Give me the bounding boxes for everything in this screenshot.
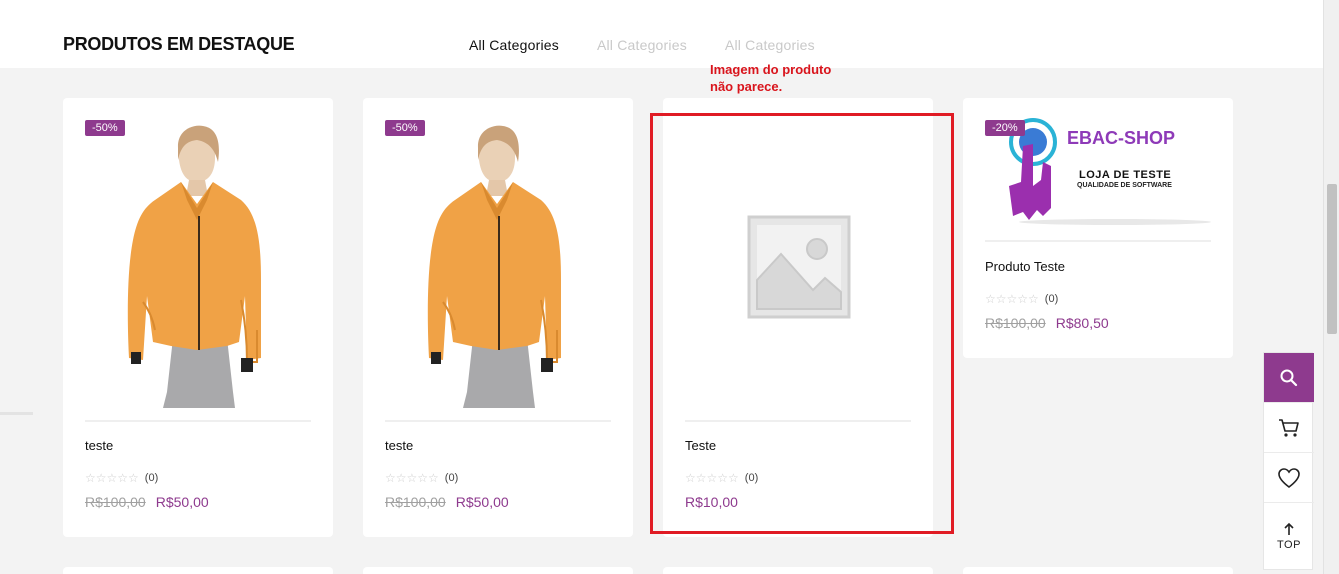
search-icon: [1280, 369, 1298, 386]
price: R$100,00 R$80,50: [985, 315, 1109, 331]
old-price: R$100,00: [85, 494, 146, 510]
sale-price: R$80,50: [1055, 315, 1109, 331]
logo-brand: EBAC-SHOP: [1067, 128, 1176, 148]
rating: ☆☆☆☆☆ (0): [985, 292, 1058, 306]
section-title: PRODUTOS EM DESTAQUE: [63, 34, 295, 54]
product-card-next-row: [663, 567, 933, 574]
cart-icon: [1279, 418, 1299, 437]
category-tabs: All Categories All Categories All Catego…: [469, 37, 815, 53]
page-scrollbar[interactable]: [1323, 0, 1339, 574]
old-price: R$100,00: [985, 315, 1046, 331]
product-card[interactable]: -50% teste ☆☆☆☆☆ (0) R$100,00 R$50,00: [63, 98, 333, 537]
rating-count: (0): [144, 472, 159, 484]
sale-price: R$50,00: [455, 494, 509, 510]
side-divider: [0, 412, 33, 415]
card-divider: [385, 420, 611, 422]
heart-icon: [1278, 467, 1300, 488]
scrollbar-thumb[interactable]: [1327, 184, 1337, 334]
tab-all-categories-1[interactable]: All Categories: [469, 37, 559, 53]
tab-all-categories-2[interactable]: All Categories: [597, 37, 687, 53]
logo-line2: QUALIDADE DE SOFTWARE: [1077, 182, 1172, 189]
annotation-line-2: não parece.: [710, 79, 783, 94]
price: R$100,00 R$50,00: [385, 494, 509, 510]
arrow-up-icon: [1284, 522, 1294, 535]
logo-line1: LOJA DE TESTE: [1079, 169, 1172, 181]
annotation-line-1: Imagem do produto: [710, 62, 832, 77]
product-image[interactable]: [385, 120, 611, 408]
star-rating-icon: ☆☆☆☆☆: [385, 471, 439, 485]
rating: ☆☆☆☆☆ (0): [85, 471, 158, 485]
annotation-note: Imagem do produto não parece.: [710, 61, 831, 95]
annotation-highlight-box: [650, 113, 954, 534]
discount-badge: -50%: [385, 120, 425, 136]
rating-count: (0): [1044, 293, 1059, 305]
product-card-next-row: [63, 567, 333, 574]
rating-count: (0): [444, 472, 459, 484]
discount-badge: -20%: [985, 120, 1025, 136]
floating-toolbar: TOP: [1263, 352, 1314, 570]
star-rating-icon: ☆☆☆☆☆: [85, 471, 139, 485]
product-image[interactable]: [85, 120, 311, 408]
product-name[interactable]: teste: [385, 438, 413, 453]
product-card[interactable]: -50% teste ☆☆☆☆☆ (0) R$100,00 R$50,00: [363, 98, 633, 537]
card-divider: [985, 240, 1211, 242]
product-name[interactable]: teste: [85, 438, 113, 453]
top-label: TOP: [1277, 538, 1301, 551]
star-rating-icon: ☆☆☆☆☆: [985, 292, 1039, 306]
wishlist-button[interactable]: [1264, 453, 1314, 503]
discount-badge: -50%: [85, 120, 125, 136]
sale-price: R$50,00: [155, 494, 209, 510]
product-card-next-row: [963, 567, 1233, 574]
price: R$100,00 R$50,00: [85, 494, 209, 510]
back-to-top-button[interactable]: TOP: [1264, 503, 1314, 569]
tab-all-categories-3[interactable]: All Categories: [725, 37, 815, 53]
card-divider: [85, 420, 311, 422]
rating: ☆☆☆☆☆ (0): [385, 471, 458, 485]
search-button[interactable]: [1264, 353, 1314, 403]
product-card-next-row: [363, 567, 633, 574]
cart-button[interactable]: [1264, 403, 1314, 453]
old-price: R$100,00: [385, 494, 446, 510]
product-name[interactable]: Produto Teste: [985, 259, 1065, 274]
product-card[interactable]: -20% EBAC-SHOP LOJA DE TESTE QUALIDADE D…: [963, 98, 1233, 358]
